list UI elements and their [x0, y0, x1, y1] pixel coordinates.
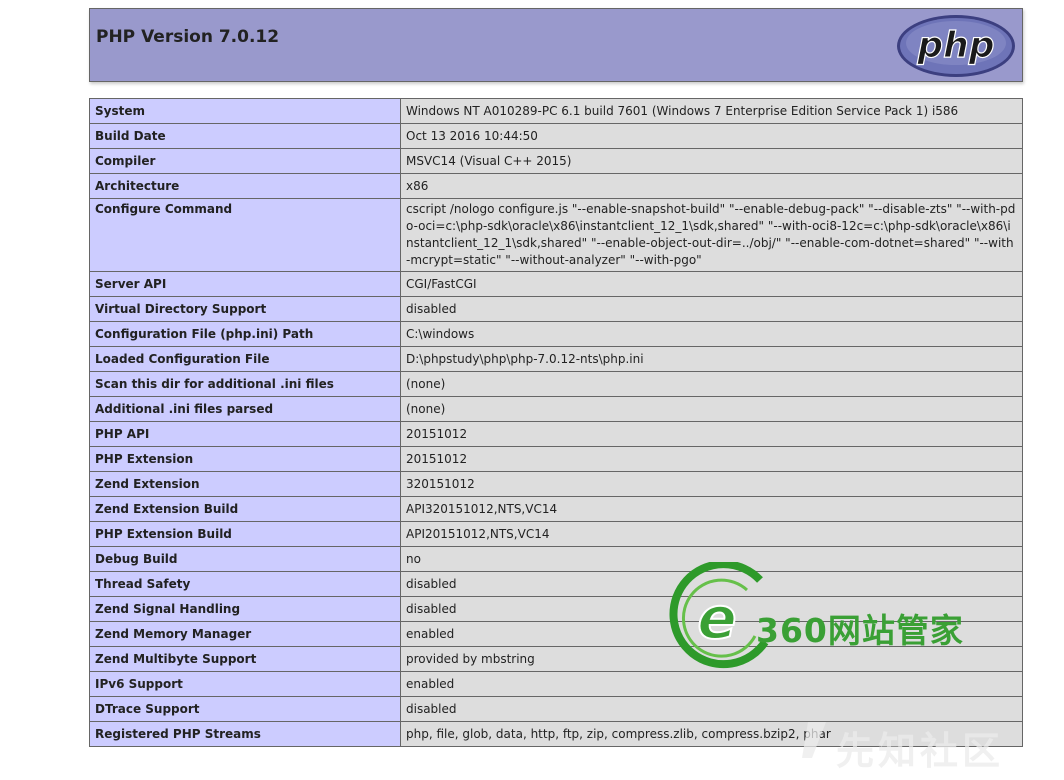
info-value: 320151012	[400, 471, 1023, 497]
info-row: Virtual Directory Support disabled	[89, 296, 1023, 322]
info-key: Build Date	[89, 123, 401, 149]
info-key: Configure Command	[89, 198, 401, 272]
info-key: System	[89, 98, 401, 124]
info-row: PHP Extension Build API20151012,NTS,VC14	[89, 521, 1023, 547]
info-value: enabled	[400, 671, 1023, 697]
info-row: PHP Extension 20151012	[89, 446, 1023, 472]
info-row: Configure Command cscript /nologo configu…	[89, 198, 1023, 272]
info-row: Zend Extension 320151012	[89, 471, 1023, 497]
info-value: API20151012,NTS,VC14	[400, 521, 1023, 547]
info-value: MSVC14 (Visual C++ 2015)	[400, 148, 1023, 174]
info-row: Debug Build no	[89, 546, 1023, 572]
info-key: Scan this dir for additional .ini files	[89, 371, 401, 397]
info-key: PHP Extension	[89, 446, 401, 472]
info-value: C:\windows	[400, 321, 1023, 347]
info-row: Zend Signal Handling disabled	[89, 596, 1023, 622]
info-key: Additional .ini files parsed	[89, 396, 401, 422]
info-row: Zend Memory Manager enabled	[89, 621, 1023, 647]
info-key: PHP Extension Build	[89, 521, 401, 547]
info-key: Virtual Directory Support	[89, 296, 401, 322]
info-value: D:\phpstudy\php\php-7.0.12-nts\php.ini	[400, 346, 1023, 372]
info-key: Architecture	[89, 173, 401, 199]
info-value: (none)	[400, 396, 1023, 422]
php-logo: php	[897, 15, 1015, 77]
info-key: Zend Signal Handling	[89, 596, 401, 622]
info-key: Debug Build	[89, 546, 401, 572]
info-value: (none)	[400, 371, 1023, 397]
info-row: Architecture x86	[89, 173, 1023, 199]
info-row: Configuration File (php.ini) Path C:\wind…	[89, 321, 1023, 347]
php-info-table: System Windows NT A010289-PC 6.1 build 76…	[89, 98, 1023, 747]
info-key: Zend Memory Manager	[89, 621, 401, 647]
info-value: no	[400, 546, 1023, 572]
info-key: Zend Extension Build	[89, 496, 401, 522]
info-value: provided by mbstring	[400, 646, 1023, 672]
info-row: Zend Extension Build API320151012,NTS,VC1…	[89, 496, 1023, 522]
info-key: Loaded Configuration File	[89, 346, 401, 372]
info-value: 20151012	[400, 446, 1023, 472]
info-row: DTrace Support disabled	[89, 696, 1023, 722]
info-row: Compiler MSVC14 (Visual C++ 2015)	[89, 148, 1023, 174]
info-key: Configuration File (php.ini) Path	[89, 321, 401, 347]
page-title: PHP Version 7.0.12	[96, 27, 280, 47]
info-row: Zend Multibyte Support provided by mbstri…	[89, 646, 1023, 672]
info-row: Thread Safety disabled	[89, 571, 1023, 597]
info-value: cscript /nologo configure.js "--enable-s…	[400, 198, 1023, 272]
info-row: PHP API 20151012	[89, 421, 1023, 447]
info-key: Compiler	[89, 148, 401, 174]
page-header: PHP Version 7.0.12 php	[89, 8, 1023, 82]
info-row: Loaded Configuration File D:\phpstudy\php…	[89, 346, 1023, 372]
info-key: Server API	[89, 271, 401, 297]
php-logo-text: php	[916, 25, 994, 66]
info-value: 20151012	[400, 421, 1023, 447]
info-value: Windows NT A010289-PC 6.1 build 7601 (Wi…	[400, 98, 1023, 124]
info-row: Server API CGI/FastCGI	[89, 271, 1023, 297]
info-value: disabled	[400, 696, 1023, 722]
info-value: disabled	[400, 571, 1023, 597]
info-value: enabled	[400, 621, 1023, 647]
info-row: Additional .ini files parsed (none)	[89, 396, 1023, 422]
info-value: CGI/FastCGI	[400, 271, 1023, 297]
info-value: disabled	[400, 596, 1023, 622]
info-row: IPv6 Support enabled	[89, 671, 1023, 697]
info-row: Build Date Oct 13 2016 10:44:50	[89, 123, 1023, 149]
info-key: IPv6 Support	[89, 671, 401, 697]
info-key: Thread Safety	[89, 571, 401, 597]
info-key: PHP API	[89, 421, 401, 447]
info-key: DTrace Support	[89, 696, 401, 722]
info-row: System Windows NT A010289-PC 6.1 build 76…	[89, 98, 1023, 124]
info-value: x86	[400, 173, 1023, 199]
info-row: Registered PHP Streams php, file, glob, d…	[89, 721, 1023, 747]
info-value: disabled	[400, 296, 1023, 322]
info-value: Oct 13 2016 10:44:50	[400, 123, 1023, 149]
info-key: Zend Extension	[89, 471, 401, 497]
info-key: Registered PHP Streams	[89, 721, 401, 747]
info-value: php, file, glob, data, http, ftp, zip, c…	[400, 721, 1023, 747]
info-key: Zend Multibyte Support	[89, 646, 401, 672]
info-value: API320151012,NTS,VC14	[400, 496, 1023, 522]
info-row: Scan this dir for additional .ini files(…	[89, 371, 1023, 397]
